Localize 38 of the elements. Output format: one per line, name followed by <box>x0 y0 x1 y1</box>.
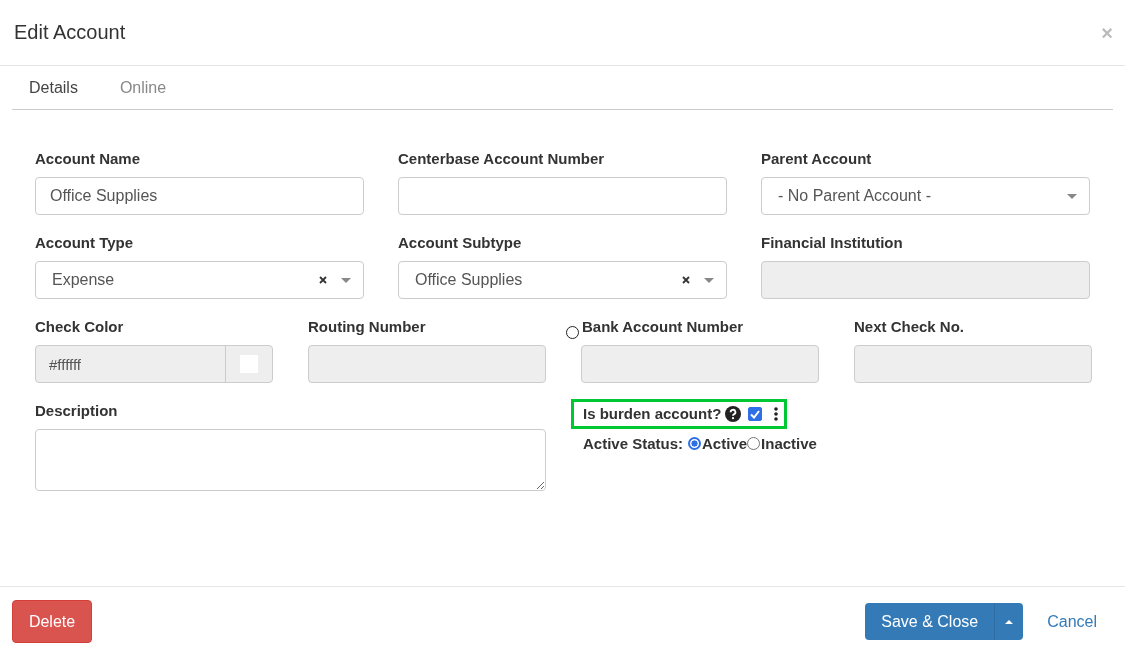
caret-icon <box>341 277 351 283</box>
radio-label[interactable]: Active <box>702 435 748 452</box>
field-label: Routing Number <box>308 318 427 336</box>
checkbox-label: Is burden account? <box>583 405 722 423</box>
caret-icon <box>1067 193 1077 199</box>
caret-icon <box>704 277 714 283</box>
tab[interactable]: Details <box>29 78 78 97</box>
field-label: Account Subtype <box>398 234 523 252</box>
tab[interactable]: Online <box>119 78 167 97</box>
input-field[interactable]: Office Supplies <box>35 177 364 215</box>
save-button[interactable]: Save & Close <box>865 603 996 640</box>
field-label: Next Check No. <box>854 318 966 336</box>
field-label: Parent Account <box>761 150 873 168</box>
field-label: Account Type <box>35 234 135 252</box>
dialog-title: Edit Account <box>14 21 126 44</box>
help-icon[interactable] <box>725 406 742 422</box>
radio-button[interactable] <box>688 437 702 450</box>
field-label: Centerbase Account Number <box>398 150 606 168</box>
field-label: Financial Institution <box>761 234 904 252</box>
description-field[interactable] <box>35 429 546 491</box>
radio-label[interactable]: Inactive <box>761 435 817 452</box>
field-label: Check Color <box>35 318 125 336</box>
select-field[interactable]: Office Supplies <box>398 261 727 299</box>
clear-icon[interactable] <box>682 276 690 284</box>
field-label: Account Name <box>35 150 142 168</box>
cancel-link[interactable]: Cancel <box>1047 612 1097 631</box>
field-label: Bank Account Number <box>582 318 744 336</box>
field-label: Description <box>35 402 119 420</box>
delete-button[interactable]: Delete <box>12 600 92 643</box>
select-field[interactable]: - No Parent Account - <box>761 177 1090 215</box>
status-label: Active Status: <box>583 435 684 452</box>
select-field[interactable]: Expense <box>35 261 364 299</box>
clear-icon[interactable] <box>319 276 327 284</box>
more-icon[interactable] <box>774 407 779 421</box>
dropdown-button[interactable] <box>995 603 1024 640</box>
checkbox[interactable] <box>748 407 763 421</box>
input-field[interactable] <box>398 177 727 215</box>
caret-icon <box>1005 619 1014 624</box>
